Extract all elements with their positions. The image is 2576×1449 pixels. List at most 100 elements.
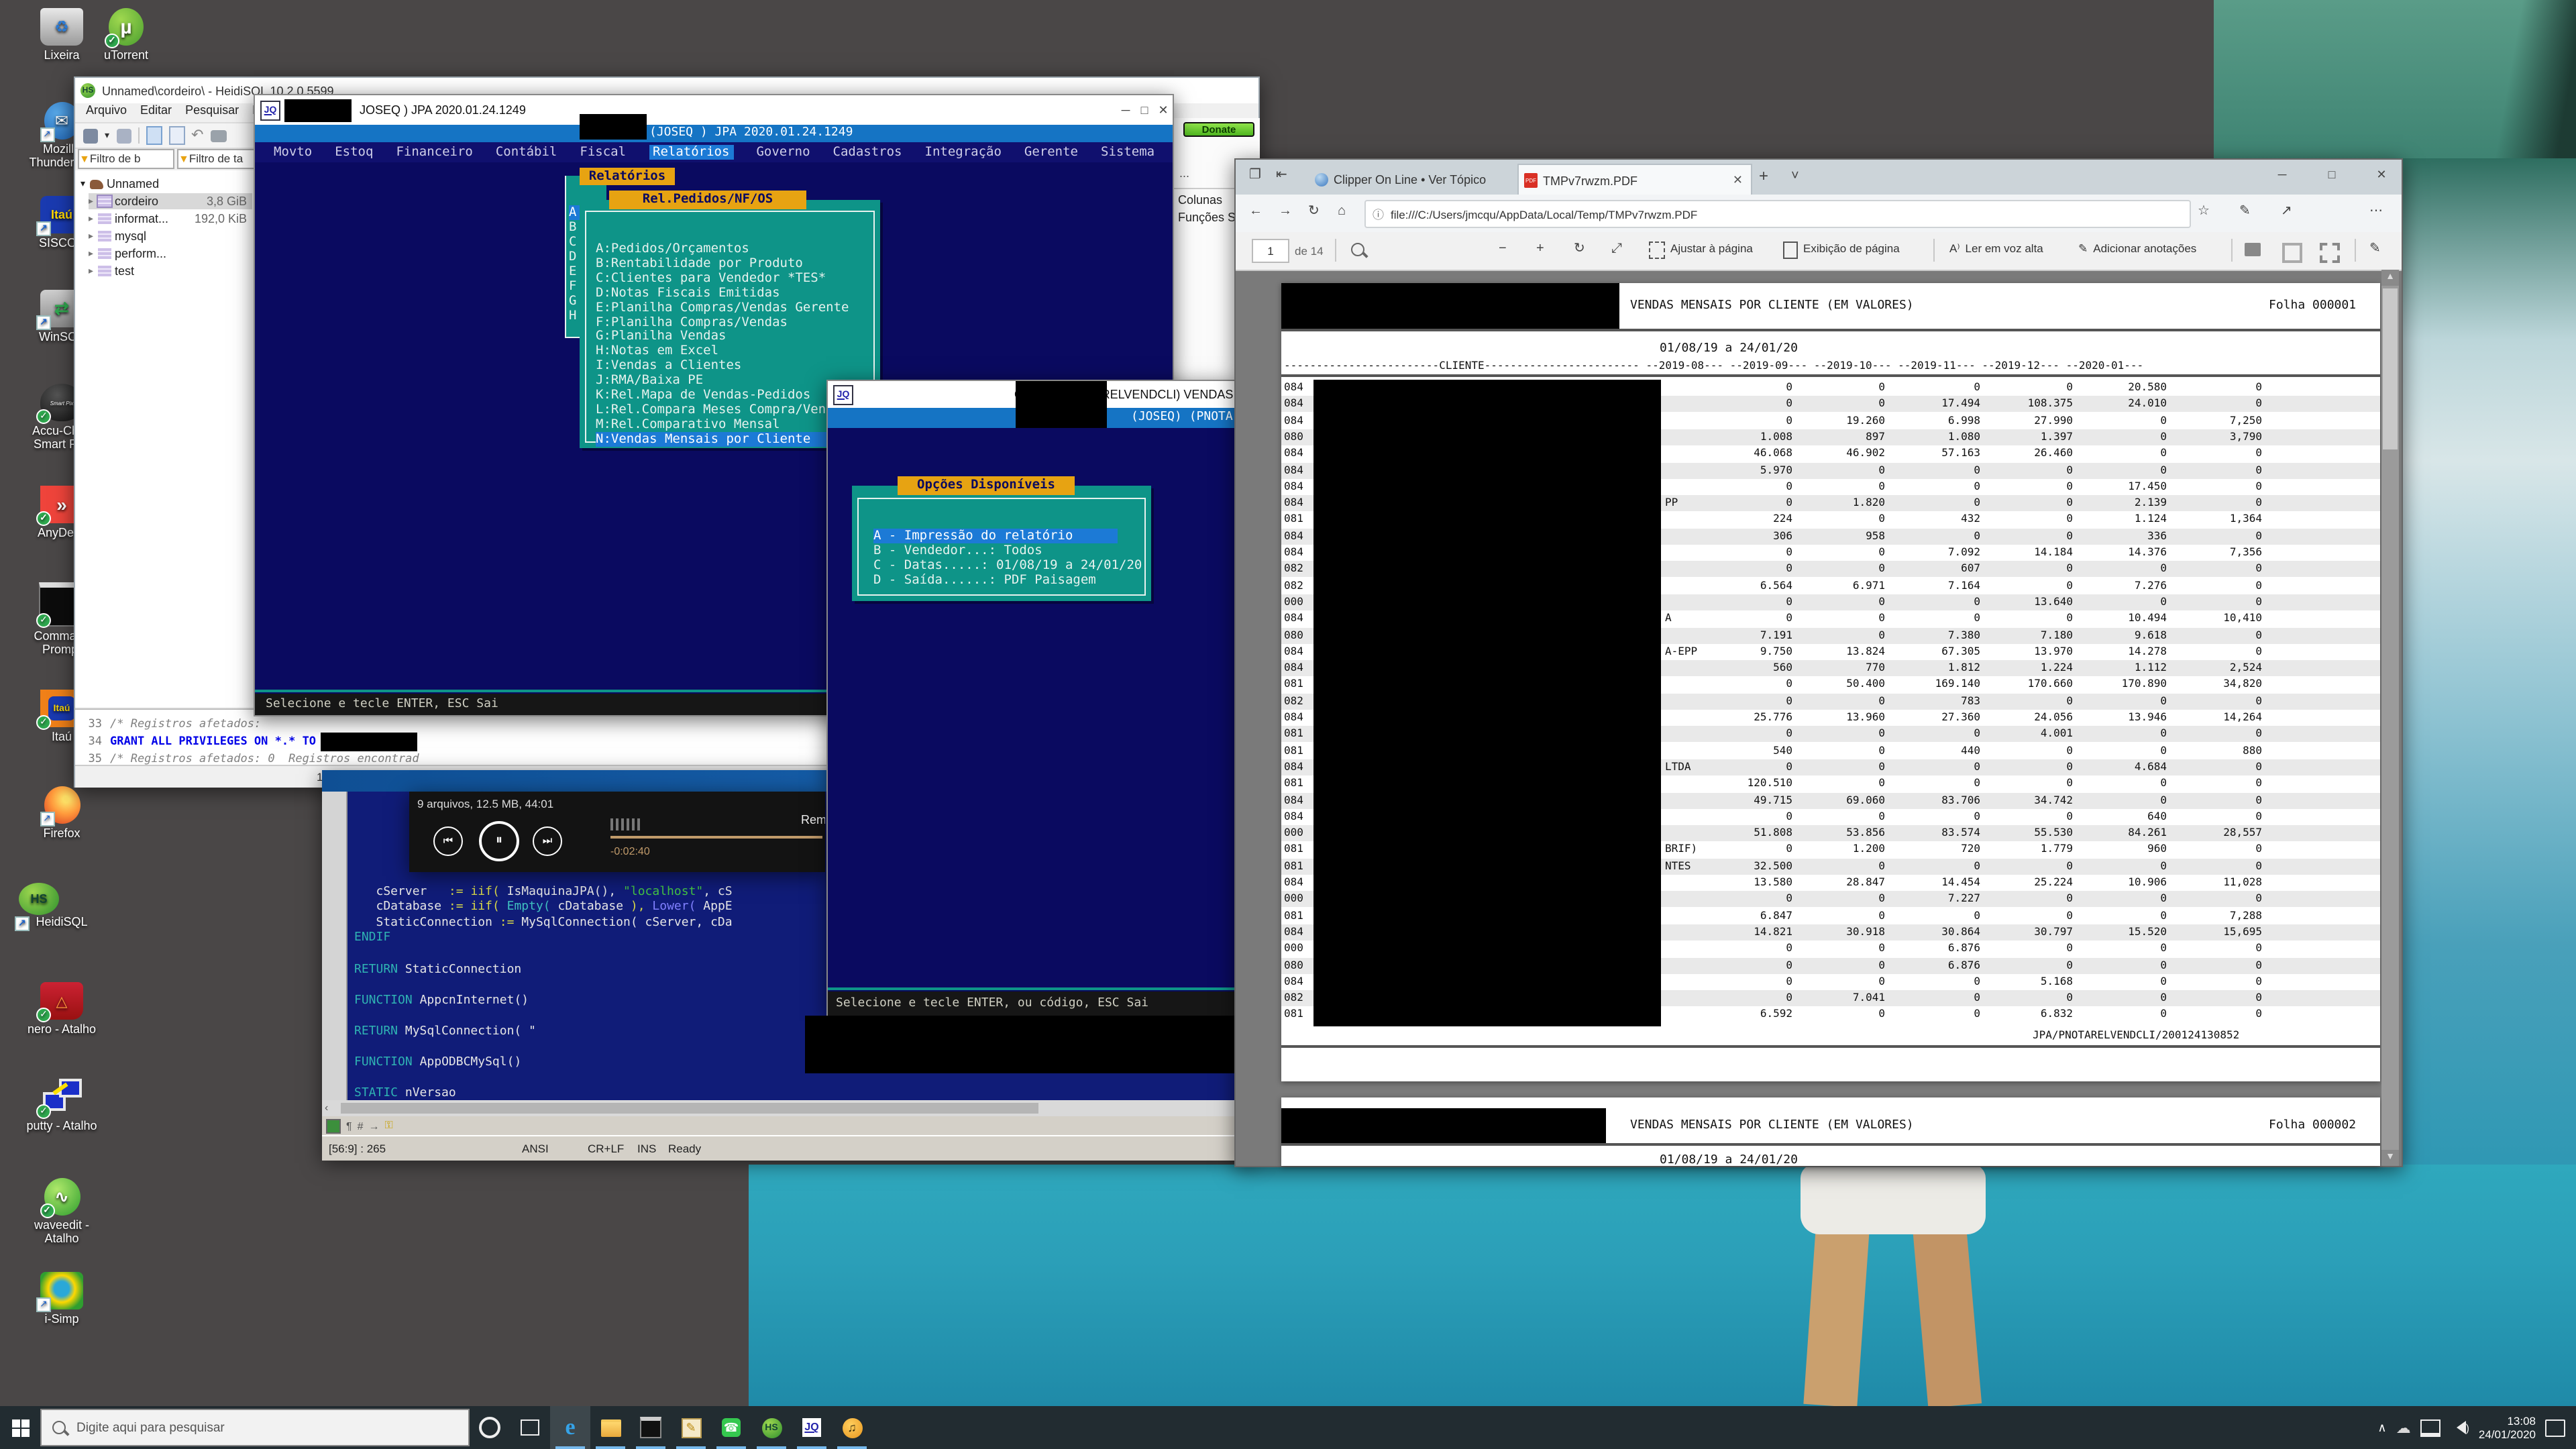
tab-list-icon[interactable]: ˅	[1791, 169, 1799, 184]
desktop-icon-utorrent[interactable]: µ✓uTorrent	[83, 8, 169, 62]
dialog-option-a[interactable]: A - Impressão do relatório	[873, 529, 1118, 543]
jpa-menu-relatórios[interactable]: Relatórios	[649, 145, 733, 160]
rotate-icon[interactable]: ↻	[1574, 241, 1585, 256]
tray-chevron-up-icon[interactable]: ∧	[2377, 1420, 2386, 1435]
caret-down-icon[interactable]: ▾	[80, 178, 85, 189]
page-number-input[interactable]: 1	[1252, 239, 1289, 263]
url-field[interactable]: ⓘ file:///C:/Users/jmcqu/AppData/Local/T…	[1364, 200, 2191, 228]
set-aside-tabs-icon[interactable]: ⇤	[1276, 168, 1287, 182]
home-icon[interactable]: ⌂	[1338, 204, 1346, 219]
connect-icon[interactable]	[83, 128, 98, 143]
tree-item-perform[interactable]: ▸perform...	[89, 246, 252, 262]
notification-center-icon[interactable]	[2545, 1419, 2565, 1436]
caret-right-icon[interactable]: ▸	[89, 213, 93, 224]
pause-button[interactable]: ⏸	[479, 821, 519, 861]
scroll-down-icon[interactable]: ▼	[2381, 1150, 2399, 1166]
fit-page-button[interactable]: Ajustar à página	[1649, 241, 1753, 259]
submenu-item-i[interactable]: I:Vendas a Clientes	[596, 358, 741, 373]
dialog-option-c[interactable]: C - Datas.....: 01/08/19 a 24/01/20	[873, 558, 1142, 573]
jpa-menu-contábil[interactable]: Contábil	[496, 145, 557, 160]
pdf-scrollbar[interactable]: ▲ ▼	[2381, 270, 2399, 1166]
close-icon[interactable]: ✕	[2372, 168, 2391, 182]
submenu-item-k[interactable]: K:Rel.Mapa de Vendas-Pedidos	[596, 388, 810, 402]
desktop-icon-i-simp[interactable]: ↗i-Simp	[19, 1272, 105, 1326]
tree-item-informat[interactable]: ▸informat...192,0 KiB	[89, 211, 252, 227]
volume-icon[interactable]: )	[2450, 1421, 2469, 1434]
taskbar-app-cmd[interactable]	[631, 1406, 671, 1449]
annotate-pen-icon[interactable]: ✎	[2239, 204, 2251, 219]
tree-item-test[interactable]: ▸test	[89, 263, 252, 279]
jpa-menu-sistema[interactable]: Sistema	[1101, 145, 1155, 160]
print-icon[interactable]	[210, 129, 226, 142]
minimize-icon[interactable]: ─	[2273, 168, 2292, 181]
jpa-menu-integração[interactable]: Integração	[925, 145, 1002, 160]
panel-functions-label[interactable]: Funções S	[1178, 211, 1236, 224]
tree-root-unnamed[interactable]: ▾Unnamed	[80, 176, 252, 192]
print-icon[interactable]	[2245, 243, 2261, 256]
tab-clipper-forum[interactable]: Clipper On Line • Ver Tópico	[1309, 164, 1513, 195]
submenu-item-j[interactable]: J:RMA/Baixa PE	[596, 373, 703, 388]
menu-item-pesquisar[interactable]: Pesquisar	[185, 103, 239, 122]
editor-tool-icon[interactable]	[326, 1118, 341, 1133]
dialog-option-b[interactable]: B - Vendedor...: Todos	[873, 543, 1042, 558]
minimize-icon[interactable]: ─	[1116, 103, 1135, 117]
taskbar-app-edge[interactable]: e	[550, 1406, 590, 1449]
desktop-icon-heidisql[interactable]: HS↗HeidiSQL	[19, 883, 105, 928]
next-track-button[interactable]: ⏭	[533, 826, 562, 856]
fullscreen-icon[interactable]: ⤢	[1611, 241, 1622, 256]
submenu-item-l[interactable]: L:Rel.Compara Meses Compra/Vend	[596, 402, 834, 417]
submenu-item-a[interactable]: A:Pedidos/Orçamentos	[596, 241, 749, 256]
caret-right-icon[interactable]: ▸	[89, 248, 93, 259]
caret-right-icon[interactable]: ▸	[89, 231, 93, 241]
desktop-icon-firefox[interactable]: ↗Firefox	[19, 786, 105, 840]
cortana-icon[interactable]	[470, 1406, 510, 1449]
taskbar-app-heidisql[interactable]: HS	[751, 1406, 792, 1449]
start-button[interactable]	[0, 1406, 40, 1449]
jpa-menu-fiscal[interactable]: Fiscal	[580, 145, 626, 160]
caret-right-icon[interactable]: ▸	[89, 266, 93, 276]
taskbar-app-jq[interactable]: JQ	[792, 1406, 832, 1449]
refresh-icon[interactable]: ↻	[1308, 204, 1320, 219]
arrow-icon[interactable]: →	[369, 1120, 380, 1132]
previous-track-button[interactable]: ⏮	[433, 826, 463, 856]
tab-pdf-active[interactable]: PDF TMPv7rwzm.PDF ✕	[1517, 164, 1752, 196]
menu-item-arquivo[interactable]: Arquivo	[86, 103, 127, 122]
scroll-left-icon[interactable]: ‹	[325, 1102, 328, 1114]
taskbar-clock[interactable]: 13:08 24/01/2020	[2479, 1414, 2536, 1441]
submenu-item-f[interactable]: F:Planilha Compras/Vendas	[596, 315, 788, 329]
new-tab-icon[interactable]: +	[1759, 166, 1768, 185]
taskbar-app-player[interactable]: ♫	[832, 1406, 872, 1449]
read-aloud-button[interactable]: A⁾ Ler em voz alta	[1949, 241, 2043, 256]
hscroll-thumb[interactable]	[341, 1103, 1038, 1114]
table-filter-input[interactable]: ▼ Filtro de ta	[177, 148, 255, 168]
scrollbar-thumb[interactable]	[2383, 288, 2398, 449]
editor-hscrollbar[interactable]: ‹	[322, 1100, 1254, 1116]
info-icon[interactable]: ⓘ	[1373, 206, 1384, 222]
hash-icon[interactable]: #	[358, 1120, 364, 1132]
save-as-icon[interactable]	[2320, 243, 2340, 263]
paste-icon[interactable]	[168, 126, 184, 145]
zoom-out-icon[interactable]: −	[1499, 241, 1507, 256]
tree-item-mysql[interactable]: ▸mysql	[89, 228, 252, 244]
jpa-menu-movto[interactable]: Movto	[274, 145, 312, 160]
dialog-option-d[interactable]: D - Saída......: PDF Paisagem	[873, 573, 1096, 588]
taskbar-search-input[interactable]: Digite aqui para pesquisar	[40, 1409, 470, 1446]
jpa-menu-gerente[interactable]: Gerente	[1024, 145, 1078, 160]
highlighter-icon[interactable]: ✎	[2369, 241, 2381, 256]
favorites-star-icon[interactable]: ☆	[2198, 204, 2210, 219]
player-progress-bar[interactable]	[610, 836, 822, 839]
close-tab-icon[interactable]: ✕	[1733, 173, 1743, 188]
undo-icon[interactable]: ↶	[191, 129, 203, 142]
onedrive-icon[interactable]: ☁	[2396, 1419, 2411, 1436]
taskbar-app-whatsapp[interactable]: ☎	[711, 1406, 751, 1449]
submenu-item-g[interactable]: G:Planilha Vendas	[596, 329, 726, 344]
add-annotations-button[interactable]: ✎ Adicionar anotações	[2078, 241, 2196, 256]
tree-item-cordeiro[interactable]: ▸cordeiro3,8 GiB	[89, 193, 252, 209]
desktop-icon-waveedit[interactable]: ∿✓waveedit - Atalho	[19, 1178, 105, 1245]
submenu-item-e[interactable]: E:Planilha Compras/Vendas Gerente	[596, 300, 849, 315]
taskbar-app-explorer[interactable]	[590, 1406, 631, 1449]
copy-icon[interactable]	[146, 126, 162, 145]
caret-right-icon[interactable]: ▸	[89, 196, 93, 207]
donate-button[interactable]: Donate	[1183, 122, 1254, 137]
close-icon[interactable]: ✕	[1154, 103, 1173, 117]
